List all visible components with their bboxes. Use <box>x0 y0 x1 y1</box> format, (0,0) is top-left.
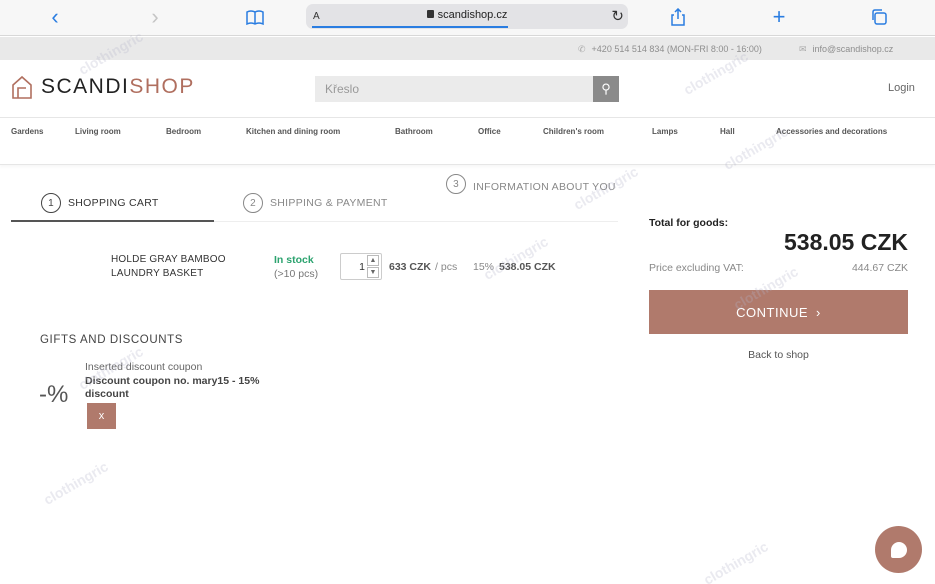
step-number: 2 <box>243 193 263 213</box>
continue-label: CONTINUE <box>736 304 809 320</box>
discount-percent-icon: -% <box>39 381 69 408</box>
line-total: 538.05 CZK <box>499 261 556 273</box>
total-value: 538.05 CZK <box>783 229 908 255</box>
cart-item-name[interactable]: HOLDE GRAY BAMBOO LAUNDRY BASKET <box>111 253 261 281</box>
unit-price-unit: / pcs <box>435 261 458 273</box>
category-bedroom[interactable]: Bedroom <box>166 127 201 136</box>
site-logo[interactable]: SCANDISHOP <box>11 74 195 100</box>
quantity-input[interactable]: 1 <box>359 261 365 273</box>
category-hall[interactable]: Hall <box>720 127 735 136</box>
page-load-progress <box>312 26 508 28</box>
category-gardens[interactable]: Gardens <box>11 127 43 136</box>
step-label: SHOPPING CART <box>68 197 159 209</box>
logo-text-accent: SHOP <box>129 75 195 98</box>
contact-bar: ✆ +420 514 514 834 (MON-FRI 8:00 - 16:00)… <box>0 37 935 60</box>
stock-info: In stock (>10 pcs) <box>274 253 318 281</box>
share-icon[interactable] <box>663 4 693 30</box>
watermark: clothingric <box>40 458 111 508</box>
price-excl-vat-label: Price excluding VAT: <box>649 262 744 274</box>
watermark: clothingric <box>480 233 551 283</box>
chat-button[interactable] <box>875 526 922 573</box>
logo-text-main: SCANDI <box>41 75 130 98</box>
coupon-name: Discount coupon no. mary15 - 15% discoun… <box>85 375 260 400</box>
bookmarks-icon[interactable] <box>240 4 270 30</box>
mail-icon: ✉ <box>799 44 807 54</box>
total-label: Total for goods: <box>649 217 729 229</box>
step-shipping-payment[interactable]: 2 SHIPPING & PAYMENT <box>243 193 388 213</box>
lock-icon <box>426 10 434 18</box>
step-shopping-cart[interactable]: 1 SHOPPING CART <box>41 193 159 213</box>
vat-rate: 15% <box>473 261 495 273</box>
search-box: ⚲ <box>315 76 619 102</box>
category-nav: Gardens Living room Bedroom Kitchen and … <box>0 117 935 165</box>
quantity-decrease-icon[interactable]: ▼ <box>367 267 379 278</box>
stock-status: In stock <box>274 254 314 266</box>
login-link[interactable]: Login <box>888 82 915 94</box>
chat-bubble-icon <box>890 541 907 558</box>
continue-button[interactable]: CONTINUE › <box>649 290 908 334</box>
checkout-steps: 1 SHOPPING CART 2 SHIPPING & PAYMENT 3 I… <box>11 172 618 222</box>
category-lamps[interactable]: Lamps <box>652 127 678 136</box>
search-input[interactable] <box>315 76 585 102</box>
back-arrow-icon[interactable]: ‹ <box>40 4 70 30</box>
search-icon[interactable]: ⚲ <box>593 76 619 102</box>
quantity-increase-icon[interactable]: ▲ <box>367 255 379 266</box>
address-bar[interactable]: A scandishop.cz ↻ <box>306 4 628 29</box>
reload-icon[interactable]: ↻ <box>611 7 624 25</box>
step-label: INFORMATION ABOUT YOU <box>473 181 616 193</box>
unit-price-value: 633 CZK <box>389 261 432 273</box>
category-office[interactable]: Office <box>478 127 501 136</box>
remove-coupon-button[interactable]: x <box>87 403 116 429</box>
quantity-stepper: 1 ▲ ▼ <box>340 253 382 280</box>
new-tab-icon[interactable]: + <box>764 4 794 30</box>
unit-price: 633 CZK / pcs <box>389 261 457 273</box>
coupon-label: Inserted discount coupon <box>85 361 203 373</box>
phone-icon: ✆ <box>578 44 586 54</box>
contact-email[interactable]: info@scandishop.cz <box>813 44 894 54</box>
chevron-right-icon: › <box>816 304 821 320</box>
category-kitchen-dining[interactable]: Kitchen and dining room <box>246 127 340 136</box>
category-childrens-room[interactable]: Children's room <box>543 127 604 136</box>
stock-count: (>10 pcs) <box>274 268 319 280</box>
house-logo-icon <box>12 75 32 99</box>
contact-phone[interactable]: +420 514 514 834 (MON-FRI 8:00 - 16:00) <box>592 44 762 54</box>
tabs-overview-icon[interactable] <box>864 4 894 30</box>
price-excl-vat-value: 444.67 CZK <box>851 262 908 274</box>
gifts-discounts-title: GIFTS AND DISCOUNTS <box>40 334 184 346</box>
active-step-indicator <box>11 220 214 222</box>
watermark: clothingric <box>700 538 771 584</box>
browser-toolbar: ‹ › A scandishop.cz ↻ + <box>0 0 935 36</box>
back-to-shop-link[interactable]: Back to shop <box>649 349 908 361</box>
step-information[interactable]: 3 INFORMATION ABOUT YOU <box>446 174 616 197</box>
step-label: SHIPPING & PAYMENT <box>270 197 388 209</box>
url-text: scandishop.cz <box>437 9 508 21</box>
category-accessories[interactable]: Accessories and decorations <box>776 127 887 136</box>
step-number: 1 <box>41 193 61 213</box>
category-living-room[interactable]: Living room <box>75 127 121 136</box>
category-bathroom[interactable]: Bathroom <box>395 127 433 136</box>
forward-arrow-icon[interactable]: › <box>140 4 170 30</box>
